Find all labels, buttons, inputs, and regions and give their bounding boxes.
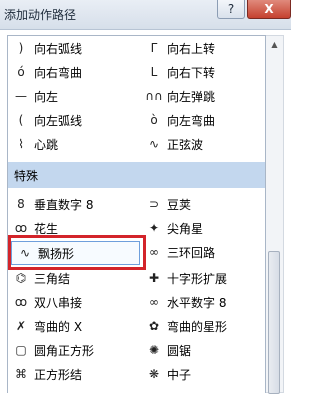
scroll-up-arrow-icon[interactable]: ▲	[266, 36, 283, 53]
path-item-label: 尖角星	[167, 221, 204, 236]
section-header-special: 特殊	[8, 162, 265, 188]
heartbeat-icon: ⌇	[18, 137, 24, 151]
path-item-label: 向左弧线	[34, 113, 83, 128]
triangle-knot-icon: ⌬	[15, 271, 27, 285]
path-item-label: 水平数字 8	[167, 295, 227, 310]
path-item-label: 向右弧线	[34, 41, 83, 56]
path-item-bounce-left[interactable]: ∩∩ 向左弹跳	[141, 84, 265, 108]
path-item-sine-wave[interactable]: ∿ 正弦波	[141, 132, 265, 156]
neutron-icon: ❋	[148, 367, 160, 381]
list-row: ( 向左弧线 ò 向左弯曲	[8, 108, 265, 132]
title-bar: 添加动作路径 ? X	[0, 0, 291, 30]
curved-star-icon: ✿	[148, 319, 160, 333]
path-item-label: 花生	[34, 221, 59, 236]
bounce-left-icon: ∩∩	[145, 89, 163, 103]
list-row: ) 向右弧线 Γ 向右上转	[8, 36, 265, 60]
curve-right-icon: ó	[17, 65, 25, 79]
path-item-label: 弯曲的 X	[34, 319, 83, 334]
circle-saw-icon: ✺	[148, 343, 160, 357]
window-title: 添加动作路径	[4, 8, 77, 22]
red-highlight-box	[8, 235, 146, 270]
path-item-label: 向右上转	[167, 41, 216, 56]
path-item-label: 十字形扩展	[167, 271, 228, 286]
arc-left-icon: (	[18, 113, 24, 127]
path-item-label: 三环回路	[167, 245, 216, 260]
path-item-label: 向左	[34, 89, 59, 104]
cross-expand-icon: ✚	[148, 271, 160, 285]
path-item-double-string[interactable]: ꝏ 双八串接	[8, 290, 138, 314]
path-item-three-loop[interactable]: ∞ 三环回路	[141, 240, 265, 264]
path-item-bean[interactable]: ⊃ 豆荚	[141, 192, 265, 216]
close-button[interactable]: X	[247, 0, 291, 19]
path-item-label: 向左弯曲	[167, 113, 216, 128]
path-item-label: 双八串接	[34, 295, 83, 310]
double-string-icon: ꝏ	[14, 295, 28, 309]
curved-x-icon: ✗	[15, 319, 27, 333]
list-row: ó 向右弯曲 L 向右下转	[8, 60, 265, 84]
line-left-icon: —	[15, 89, 27, 103]
list-row: ⌇ 心跳 ∿ 正弦波	[8, 132, 265, 156]
path-item-square-knot[interactable]: ⌘ 正方形结	[8, 362, 138, 386]
vertical-scrollbar[interactable]: ▲	[266, 35, 284, 394]
path-item-left[interactable]: — 向左	[8, 84, 138, 108]
path-item-circle-saw[interactable]: ✺ 圆锯	[141, 338, 265, 362]
path-item-label: 心跳	[34, 137, 59, 152]
path-item-pointed-star[interactable]: ✦ 尖角星	[141, 216, 265, 240]
path-item-label: 正方形结	[34, 367, 83, 382]
list-row: ꝏ 双八串接 ∞ 水平数字 8	[8, 290, 265, 314]
path-item-heartbeat[interactable]: ⌇ 心跳	[8, 132, 138, 156]
scrollbar-thumb[interactable]	[268, 251, 280, 394]
path-item-label: 豆荚	[167, 197, 192, 212]
path-item-rounded-square[interactable]: ▢ 圆角正方形	[8, 338, 138, 362]
vertical-eight-icon: 8	[17, 197, 25, 211]
section-label: 特殊	[14, 169, 39, 183]
peanut-icon: ꝏ	[14, 221, 28, 235]
path-item-label: 向左弹跳	[167, 89, 216, 104]
path-item-neutron[interactable]: ❋ 中子	[141, 362, 265, 386]
square-knot-icon: ⌘	[15, 367, 27, 381]
list-row: ⌘ 正方形结 ❋ 中子	[8, 362, 265, 386]
list-row: ✗ 弯曲的 X ✿ 弯曲的星形	[8, 314, 265, 338]
path-item-cross-expand[interactable]: ✚ 十字形扩展	[141, 266, 265, 290]
path-item-curve-left[interactable]: ò 向左弯曲	[141, 108, 265, 132]
arc-right-icon: )	[18, 41, 24, 55]
path-item-label: 向右弯曲	[34, 65, 83, 80]
path-item-arc-left[interactable]: ( 向左弧线	[8, 108, 138, 132]
help-button[interactable]: ?	[217, 0, 245, 19]
horizontal-eight-icon: ∞	[149, 295, 159, 309]
path-item-label: 圆角正方形	[34, 343, 95, 358]
pointed-star-icon: ✦	[148, 221, 160, 235]
path-item-curved-x[interactable]: ✗ 弯曲的 X	[8, 314, 138, 338]
turn-right-down-icon: L	[150, 65, 158, 79]
path-item-label: 圆锯	[167, 343, 192, 358]
path-item-label: 正弦波	[167, 137, 204, 152]
path-item-horizontal-eight[interactable]: ∞ 水平数字 8	[141, 290, 265, 314]
curve-left-icon: ò	[150, 113, 158, 127]
path-item-label: 向右下转	[167, 65, 216, 80]
path-item-label: 弯曲的星形	[167, 319, 228, 334]
turn-right-up-icon: Γ	[150, 41, 158, 55]
three-loop-icon: ∞	[149, 245, 159, 259]
path-item-arc-right[interactable]: ) 向右弧线	[8, 36, 138, 60]
path-item-label: 中子	[167, 367, 192, 382]
path-item-curve-right[interactable]: ó 向右弯曲	[8, 60, 138, 84]
list-row: ▢ 圆角正方形 ✺ 圆锯	[8, 338, 265, 362]
path-item-turn-right-up[interactable]: Γ 向右上转	[141, 36, 265, 60]
path-item-vertical-eight[interactable]: 8 垂直数字 8	[8, 192, 138, 216]
motion-path-list: ) 向右弧线 Γ 向右上转 ó 向右弯曲 L 向右下转 — 向左 ∩∩ 向左弹跳…	[7, 35, 266, 393]
list-row: — 向左 ∩∩ 向左弹跳	[8, 84, 265, 108]
path-item-label: 垂直数字 8	[34, 197, 94, 212]
path-item-turn-right-down[interactable]: L 向右下转	[141, 60, 265, 84]
bean-icon: ⊃	[148, 197, 160, 211]
sine-wave-icon: ∿	[148, 137, 160, 151]
path-item-label: 三角结	[34, 271, 71, 286]
rounded-square-icon: ▢	[15, 343, 27, 357]
list-row: 8 垂直数字 8 ⊃ 豆荚	[8, 192, 265, 216]
path-item-curved-star[interactable]: ✿ 弯曲的星形	[141, 314, 265, 338]
